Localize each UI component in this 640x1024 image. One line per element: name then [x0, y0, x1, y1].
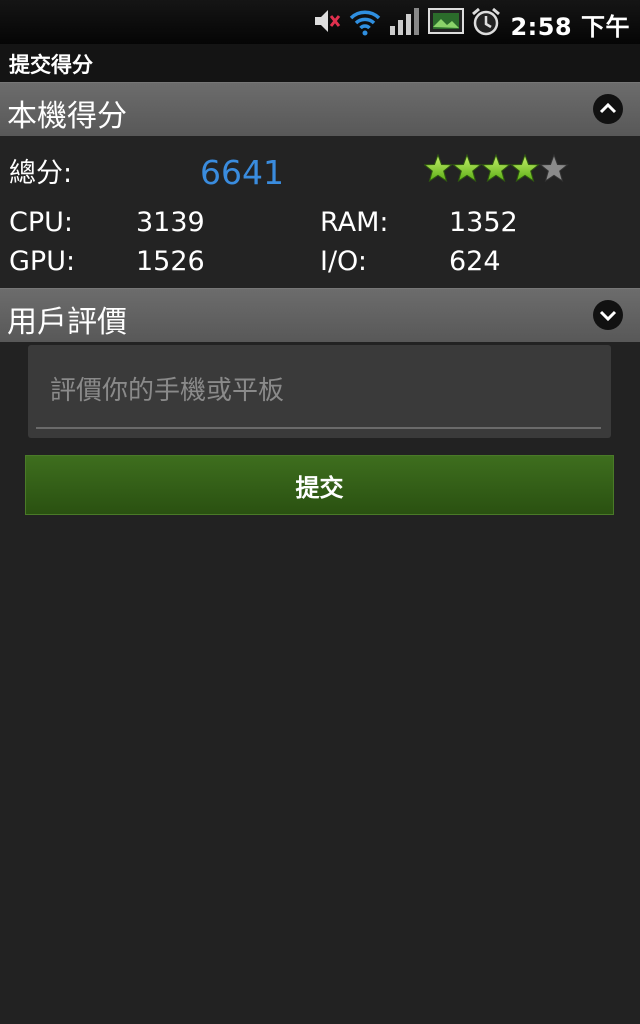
total-score-value: 6641: [200, 153, 284, 192]
title-bar: 提交得分: [0, 44, 640, 82]
score-panel: 總分: 6641 CPU: 3139 RAM: 1352 GPU: 1526 I…: [0, 136, 640, 288]
signal-icon: [390, 8, 419, 35]
score-section-title: 本機得分: [7, 99, 127, 134]
star-filled-icon: [511, 154, 539, 182]
gpu-value: 1526: [136, 246, 205, 277]
mute-icon: [315, 10, 341, 32]
cpu-value: 3139: [136, 207, 205, 238]
wifi-icon: [349, 10, 381, 36]
ram-label: RAM:: [320, 207, 389, 238]
io-value: 624: [449, 246, 501, 277]
score-section-header[interactable]: 本機得分: [0, 82, 640, 136]
star-empty-icon: [540, 154, 568, 182]
gpu-label: GPU:: [9, 246, 76, 277]
review-section-header[interactable]: 用戶評價: [0, 288, 640, 342]
chevron-up-icon[interactable]: [592, 93, 624, 125]
status-time: 2:58 下午: [510, 13, 630, 41]
submit-button[interactable]: 提交: [25, 455, 614, 515]
review-box: [28, 345, 611, 438]
alarm-icon: [472, 7, 500, 36]
star-filled-icon: [424, 154, 452, 182]
status-bar: 2:58 下午: [0, 0, 640, 44]
cpu-label: CPU:: [9, 207, 73, 238]
rating-stars: [424, 154, 568, 182]
image-notification-icon: [428, 8, 464, 34]
star-filled-icon: [453, 154, 481, 182]
ram-value: 1352: [449, 207, 518, 238]
io-label: I/O:: [320, 246, 367, 277]
total-score-label: 總分:: [9, 158, 73, 189]
review-section-title: 用戶評價: [7, 305, 127, 340]
chevron-down-icon[interactable]: [592, 299, 624, 331]
star-group: [424, 154, 568, 182]
page-title: 提交得分: [9, 53, 93, 77]
star-filled-icon: [482, 154, 510, 182]
review-input[interactable]: [36, 355, 601, 429]
